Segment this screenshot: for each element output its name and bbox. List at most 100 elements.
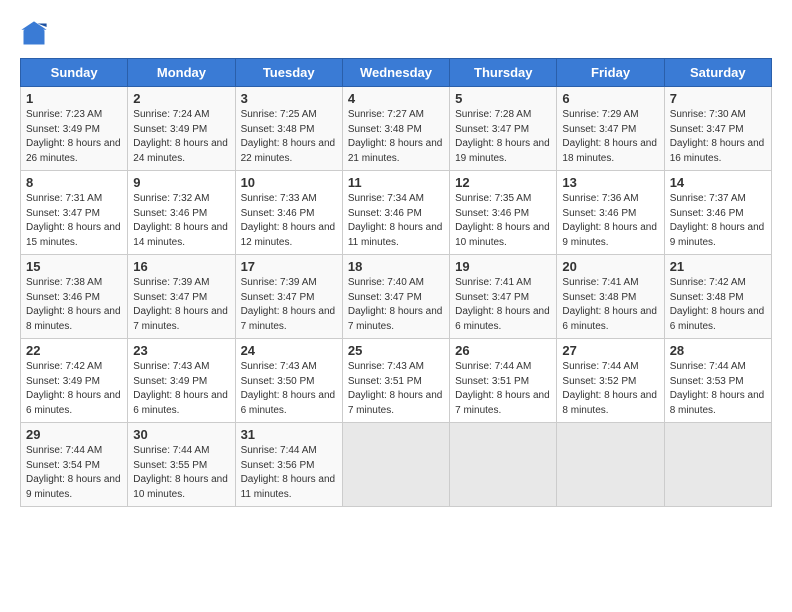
logo-icon [20,20,48,48]
day-number: 8 [26,175,122,190]
calendar-cell: 1 Sunrise: 7:23 AMSunset: 3:49 PMDaylight… [21,87,128,171]
calendar-cell: 31 Sunrise: 7:44 AMSunset: 3:56 PMDayligh… [235,423,342,507]
day-info: Sunrise: 7:27 AMSunset: 3:48 PMDaylight:… [348,109,443,164]
logo [20,20,50,48]
day-info: Sunrise: 7:31 AMSunset: 3:47 PMDaylight:… [26,193,121,248]
day-info: Sunrise: 7:32 AMSunset: 3:46 PMDaylight:… [133,193,228,248]
day-number: 20 [562,259,658,274]
day-info: Sunrise: 7:43 AMSunset: 3:49 PMDaylight:… [133,361,228,416]
calendar-cell: 13 Sunrise: 7:36 AMSunset: 3:46 PMDayligh… [557,171,664,255]
weekday-header: SundayMondayTuesdayWednesdayThursdayFrid… [21,59,772,87]
day-number: 7 [670,91,766,106]
calendar-cell [342,423,449,507]
day-info: Sunrise: 7:39 AMSunset: 3:47 PMDaylight:… [133,277,228,332]
calendar-cell: 30 Sunrise: 7:44 AMSunset: 3:55 PMDayligh… [128,423,235,507]
day-info: Sunrise: 7:44 AMSunset: 3:52 PMDaylight:… [562,361,657,416]
day-info: Sunrise: 7:44 AMSunset: 3:55 PMDaylight:… [133,445,228,500]
day-info: Sunrise: 7:43 AMSunset: 3:50 PMDaylight:… [241,361,336,416]
day-number: 13 [562,175,658,190]
calendar-cell: 22Sunrise: 7:42 AMSunset: 3:49 PMDayligh… [21,339,128,423]
page-header [20,20,772,48]
day-number: 24 [241,343,337,358]
day-info: Sunrise: 7:44 AMSunset: 3:56 PMDaylight:… [241,445,336,500]
day-number: 28 [670,343,766,358]
day-info: Sunrise: 7:44 AMSunset: 3:53 PMDaylight:… [670,361,765,416]
day-number: 30 [133,427,229,442]
day-info: Sunrise: 7:35 AMSunset: 3:46 PMDaylight:… [455,193,550,248]
calendar-cell: 25Sunrise: 7:43 AMSunset: 3:51 PMDayligh… [342,339,449,423]
calendar-cell: 27 Sunrise: 7:44 AMSunset: 3:52 PMDayligh… [557,339,664,423]
day-number: 9 [133,175,229,190]
day-number: 31 [241,427,337,442]
day-number: 1 [26,91,122,106]
calendar-cell: 28 Sunrise: 7:44 AMSunset: 3:53 PMDayligh… [664,339,771,423]
day-info: Sunrise: 7:25 AMSunset: 3:48 PMDaylight:… [241,109,336,164]
calendar-cell: 6 Sunrise: 7:29 AMSunset: 3:47 PMDaylight… [557,87,664,171]
day-info: Sunrise: 7:44 AMSunset: 3:51 PMDaylight:… [455,361,550,416]
day-info: Sunrise: 7:42 AMSunset: 3:48 PMDaylight:… [670,277,765,332]
day-info: Sunrise: 7:33 AMSunset: 3:46 PMDaylight:… [241,193,336,248]
calendar-cell: 16 Sunrise: 7:39 AMSunset: 3:47 PMDayligh… [128,255,235,339]
day-number: 17 [241,259,337,274]
day-number: 25 [348,343,444,358]
day-info: Sunrise: 7:39 AMSunset: 3:47 PMDaylight:… [241,277,336,332]
calendar-cell: 4 Sunrise: 7:27 AMSunset: 3:48 PMDaylight… [342,87,449,171]
calendar-cell [450,423,557,507]
day-number: 12 [455,175,551,190]
day-info: Sunrise: 7:28 AMSunset: 3:47 PMDaylight:… [455,109,550,164]
day-number: 6 [562,91,658,106]
day-number: 11 [348,175,444,190]
day-info: Sunrise: 7:41 AMSunset: 3:47 PMDaylight:… [455,277,550,332]
calendar-row: 29 Sunrise: 7:44 AMSunset: 3:54 PMDayligh… [21,423,772,507]
day-number: 29 [26,427,122,442]
calendar-cell: 9 Sunrise: 7:32 AMSunset: 3:46 PMDaylight… [128,171,235,255]
calendar-cell: 17 Sunrise: 7:39 AMSunset: 3:47 PMDayligh… [235,255,342,339]
day-info: Sunrise: 7:29 AMSunset: 3:47 PMDaylight:… [562,109,657,164]
calendar-cell: 7 Sunrise: 7:30 AMSunset: 3:47 PMDaylight… [664,87,771,171]
calendar-cell: 14Sunrise: 7:37 AMSunset: 3:46 PMDayligh… [664,171,771,255]
day-info: Sunrise: 7:41 AMSunset: 3:48 PMDaylight:… [562,277,657,332]
calendar-cell: 3Sunrise: 7:25 AMSunset: 3:48 PMDaylight… [235,87,342,171]
calendar-row: 15 Sunrise: 7:38 AMSunset: 3:46 PMDayligh… [21,255,772,339]
calendar: SundayMondayTuesdayWednesdayThursdayFrid… [20,58,772,507]
day-info: Sunrise: 7:38 AMSunset: 3:46 PMDaylight:… [26,277,121,332]
weekday-cell: Tuesday [235,59,342,87]
day-number: 26 [455,343,551,358]
day-info: Sunrise: 7:36 AMSunset: 3:46 PMDaylight:… [562,193,657,248]
calendar-cell: 26 Sunrise: 7:44 AMSunset: 3:51 PMDayligh… [450,339,557,423]
day-number: 19 [455,259,551,274]
day-number: 23 [133,343,229,358]
day-number: 10 [241,175,337,190]
day-info: Sunrise: 7:24 AMSunset: 3:49 PMDaylight:… [133,109,228,164]
day-number: 14 [670,175,766,190]
day-info: Sunrise: 7:34 AMSunset: 3:46 PMDaylight:… [348,193,443,248]
calendar-cell [664,423,771,507]
weekday-cell: Monday [128,59,235,87]
day-number: 21 [670,259,766,274]
weekday-cell: Friday [557,59,664,87]
calendar-cell: 19 Sunrise: 7:41 AMSunset: 3:47 PMDayligh… [450,255,557,339]
calendar-cell: 24 Sunrise: 7:43 AMSunset: 3:50 PMDayligh… [235,339,342,423]
day-number: 27 [562,343,658,358]
calendar-cell: 2 Sunrise: 7:24 AMSunset: 3:49 PMDaylight… [128,87,235,171]
day-number: 16 [133,259,229,274]
day-number: 15 [26,259,122,274]
day-number: 4 [348,91,444,106]
day-info: Sunrise: 7:30 AMSunset: 3:47 PMDaylight:… [670,109,765,164]
weekday-cell: Sunday [21,59,128,87]
calendar-cell: 15 Sunrise: 7:38 AMSunset: 3:46 PMDayligh… [21,255,128,339]
calendar-cell: 8 Sunrise: 7:31 AMSunset: 3:47 PMDaylight… [21,171,128,255]
day-number: 5 [455,91,551,106]
calendar-cell: 12 Sunrise: 7:35 AMSunset: 3:46 PMDayligh… [450,171,557,255]
calendar-body: 1 Sunrise: 7:23 AMSunset: 3:49 PMDaylight… [21,87,772,507]
day-number: 22 [26,343,122,358]
calendar-row: 8 Sunrise: 7:31 AMSunset: 3:47 PMDaylight… [21,171,772,255]
calendar-cell: 21 Sunrise: 7:42 AMSunset: 3:48 PMDayligh… [664,255,771,339]
calendar-cell: 11 Sunrise: 7:34 AMSunset: 3:46 PMDayligh… [342,171,449,255]
day-number: 2 [133,91,229,106]
day-number: 18 [348,259,444,274]
day-info: Sunrise: 7:23 AMSunset: 3:49 PMDaylight:… [26,109,121,164]
day-info: Sunrise: 7:44 AMSunset: 3:54 PMDaylight:… [26,445,121,500]
calendar-cell: 10 Sunrise: 7:33 AMSunset: 3:46 PMDayligh… [235,171,342,255]
calendar-cell: 29 Sunrise: 7:44 AMSunset: 3:54 PMDayligh… [21,423,128,507]
